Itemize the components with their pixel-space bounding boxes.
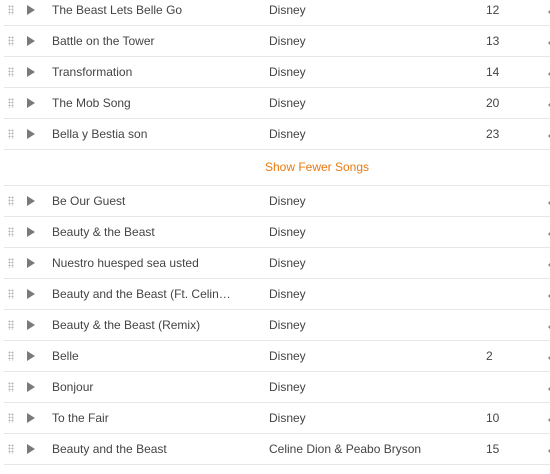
song-artist[interactable]: Disney: [269, 349, 449, 363]
song-row[interactable]: Transformation Disney 14: [4, 57, 550, 88]
song-row[interactable]: The Mob Song Disney 20: [4, 88, 550, 119]
song-artist[interactable]: Disney: [269, 318, 449, 332]
song-artist[interactable]: Disney: [269, 65, 449, 79]
song-title[interactable]: Beauty and the Beast: [52, 442, 242, 456]
song-row[interactable]: To the Fair Disney 10: [4, 403, 550, 434]
song-title[interactable]: Battle on the Tower: [52, 34, 242, 48]
song-plays: 13: [486, 34, 500, 48]
play-icon[interactable]: [27, 129, 35, 139]
song-title[interactable]: Be Our Guest: [52, 194, 242, 208]
song-title[interactable]: Bonjour: [52, 380, 242, 394]
song-title[interactable]: Beauty & the Beast: [52, 225, 242, 239]
play-icon[interactable]: [27, 196, 35, 206]
song-row[interactable]: Bonjour Disney: [4, 372, 550, 403]
drag-handle-icon[interactable]: [8, 444, 14, 454]
drag-handle-icon[interactable]: [8, 351, 14, 361]
song-row[interactable]: Beauty and the Beast Celine Dion & Peabo…: [4, 434, 550, 465]
song-artist[interactable]: Disney: [269, 380, 449, 394]
song-artist[interactable]: Disney: [269, 96, 449, 110]
song-row[interactable]: Be Our Guest Disney: [4, 185, 550, 217]
play-icon[interactable]: [27, 413, 35, 423]
play-icon[interactable]: [27, 444, 35, 454]
song-row[interactable]: Nuestro huesped sea usted Disney: [4, 248, 550, 279]
play-icon[interactable]: [27, 351, 35, 361]
drag-handle-icon[interactable]: [8, 98, 14, 108]
song-title[interactable]: Transformation: [52, 65, 242, 79]
song-title[interactable]: Beauty & the Beast (Remix): [52, 318, 242, 332]
song-title[interactable]: Beauty and the Beast (Ft. Celin…: [52, 287, 242, 301]
song-row[interactable]: The Beast Lets Belle Go Disney 12: [4, 0, 550, 26]
drag-handle-icon[interactable]: [8, 227, 14, 237]
song-plays: 15: [486, 442, 500, 456]
song-plays: 10: [486, 411, 500, 425]
song-artist[interactable]: Disney: [269, 225, 449, 239]
song-row[interactable]: Belle Disney 2: [4, 341, 550, 372]
song-artist[interactable]: Disney: [269, 256, 449, 270]
play-icon[interactable]: [27, 289, 35, 299]
play-icon[interactable]: [27, 36, 35, 46]
drag-handle-icon[interactable]: [8, 258, 14, 268]
show-fewer-songs-link[interactable]: Show Fewer Songs: [265, 160, 369, 174]
song-title[interactable]: Bella y Bestia son: [52, 127, 242, 141]
drag-handle-icon[interactable]: [8, 289, 14, 299]
play-icon[interactable]: [27, 227, 35, 237]
song-title[interactable]: To the Fair: [52, 411, 242, 425]
song-artist[interactable]: Disney: [269, 34, 449, 48]
drag-handle-icon[interactable]: [8, 67, 14, 77]
song-artist[interactable]: Disney: [269, 3, 449, 17]
play-icon[interactable]: [27, 320, 35, 330]
song-row[interactable]: Beauty and the Beast (Ft. Celin… Disney: [4, 279, 550, 310]
play-icon[interactable]: [27, 5, 35, 15]
show-fewer-songs: Show Fewer Songs: [4, 150, 550, 185]
song-artist[interactable]: Celine Dion & Peabo Bryson: [269, 442, 449, 456]
song-artist[interactable]: Disney: [269, 287, 449, 301]
drag-handle-icon[interactable]: [8, 196, 14, 206]
drag-handle-icon[interactable]: [8, 320, 14, 330]
song-plays: 12: [486, 3, 500, 17]
song-title[interactable]: The Beast Lets Belle Go: [52, 3, 242, 17]
play-icon[interactable]: [27, 67, 35, 77]
song-plays: 2: [486, 349, 493, 363]
song-plays: 14: [486, 65, 500, 79]
song-title[interactable]: Nuestro huesped sea usted: [52, 256, 242, 270]
song-title[interactable]: The Mob Song: [52, 96, 242, 110]
song-row[interactable]: Battle on the Tower Disney 13: [4, 26, 550, 57]
song-artist[interactable]: Disney: [269, 127, 449, 141]
song-plays: 20: [486, 96, 500, 110]
song-artist[interactable]: Disney: [269, 194, 449, 208]
song-plays: 23: [486, 127, 500, 141]
song-artist[interactable]: Disney: [269, 411, 449, 425]
play-icon[interactable]: [27, 382, 35, 392]
drag-handle-icon[interactable]: [8, 5, 14, 15]
song-list: The Beast Lets Belle Go Disney 12 Battle…: [4, 0, 550, 465]
song-row[interactable]: Beauty & the Beast Disney: [4, 217, 550, 248]
drag-handle-icon[interactable]: [8, 382, 14, 392]
drag-handle-icon[interactable]: [8, 36, 14, 46]
drag-handle-icon[interactable]: [8, 129, 14, 139]
play-icon[interactable]: [27, 98, 35, 108]
song-row[interactable]: Bella y Bestia son Disney 23: [4, 119, 550, 150]
play-icon[interactable]: [27, 258, 35, 268]
drag-handle-icon[interactable]: [8, 413, 14, 423]
song-title[interactable]: Belle: [52, 349, 242, 363]
song-row[interactable]: Beauty & the Beast (Remix) Disney: [4, 310, 550, 341]
